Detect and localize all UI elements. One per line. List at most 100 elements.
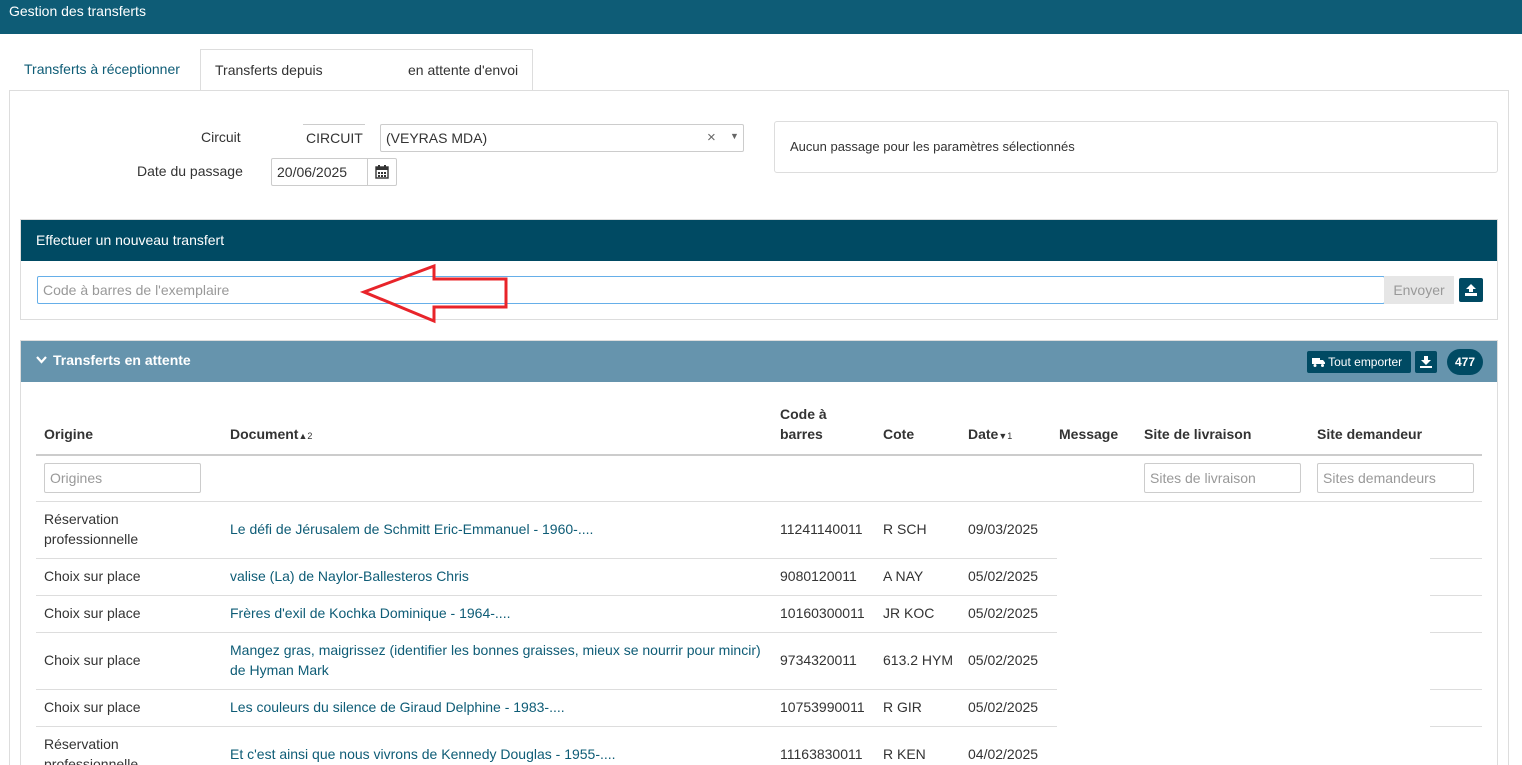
row-divider <box>36 595 1057 596</box>
date-cell: 05/02/2025 <box>968 568 1039 584</box>
column-header-delivery-site[interactable]: Site de livraison <box>1144 424 1251 444</box>
document-link[interactable]: Frères d'exil de Kochka Dominique - 1964… <box>230 603 510 623</box>
document-link[interactable]: Le défi de Jérusalem de Schmitt Eric-Emm… <box>230 519 593 539</box>
column-header-origin[interactable]: Origine <box>44 424 93 444</box>
column-header-message[interactable]: Message <box>1059 424 1118 444</box>
app-header: Gestion des transferts <box>0 0 1522 34</box>
download-button[interactable] <box>1415 351 1437 373</box>
date-cell: 09/03/2025 <box>968 521 1039 537</box>
clear-icon[interactable]: × <box>707 129 716 146</box>
origin-line: Réservation <box>44 736 119 752</box>
circuit-code: CIRCUIT <box>303 124 365 152</box>
header-divider <box>36 454 1482 456</box>
cote-cell: A NAY <box>883 568 924 584</box>
cote-cell: R SCH <box>883 521 927 537</box>
origins-filter-input[interactable] <box>44 463 201 493</box>
column-header-document[interactable]: Document▲2 <box>230 424 312 446</box>
column-header-document-label: Document <box>230 426 299 442</box>
barcode-cell: 9734320011 <box>780 652 857 668</box>
sort-order-date: 1 <box>1007 431 1013 441</box>
table-row-origin: Réservation professionnelle <box>44 734 138 765</box>
document-link[interactable]: Mangez gras, maigrissez (identifier les … <box>230 640 761 680</box>
cote-cell: R GIR <box>883 699 922 715</box>
origin-line: professionnelle <box>44 756 139 765</box>
row-divider <box>36 726 1057 727</box>
column-header-cote[interactable]: Cote <box>883 424 914 444</box>
tab-transfers-pending-send[interactable]: Transferts depuis en attente d'envoi <box>200 49 533 91</box>
barcode-input[interactable] <box>37 276 1385 304</box>
cote-cell: 613.2 HYM <box>883 652 954 668</box>
table-row-origin: Choix sur place <box>44 568 141 584</box>
app-title: Gestion des transferts <box>9 3 146 19</box>
tab-bar: Transferts à réceptionner Transferts dep… <box>9 49 1509 91</box>
row-divider <box>36 558 1057 559</box>
info-message: Aucun passage pour les paramètres sélect… <box>790 139 1075 154</box>
column-header-barcode[interactable]: Code à barres <box>780 404 827 444</box>
delivery-site-filter-input[interactable] <box>1144 463 1301 493</box>
date-cell: 05/02/2025 <box>968 652 1039 668</box>
circuit-select[interactable]: (VEYRAS MDA) × ▼ <box>380 124 744 152</box>
row-divider <box>36 632 1057 633</box>
tab-label-part2: en attente d'envoi <box>408 62 519 78</box>
column-header-requester-site[interactable]: Site demandeur <box>1317 424 1422 444</box>
tab-transfers-to-receive[interactable]: Transferts à réceptionner <box>14 49 190 91</box>
date-field[interactable]: 20/06/2025 <box>271 158 368 186</box>
new-transfer-header: Effectuer un nouveau transfert <box>21 220 1497 261</box>
tab-label-part1: Transferts depuis <box>215 62 323 78</box>
sort-order-document: 2 <box>307 431 313 441</box>
column-header-date[interactable]: Date▼1 <box>968 424 1012 446</box>
row-divider <box>1430 632 1482 633</box>
date-cell: 05/02/2025 <box>968 605 1039 621</box>
export-all-button[interactable]: Tout emporter <box>1307 351 1411 373</box>
cote-cell: R KEN <box>883 746 926 762</box>
row-divider <box>1430 595 1482 596</box>
circuit-selected-value: (VEYRAS MDA) <box>386 130 488 146</box>
cote-cell: JR KOC <box>883 605 935 621</box>
origin-line: Réservation <box>44 511 119 527</box>
document-link[interactable]: Les couleurs du silence de Giraud Delphi… <box>230 697 565 717</box>
row-divider <box>1430 726 1482 727</box>
new-transfer-title: Effectuer un nouveau transfert <box>36 232 225 248</box>
pending-transfers-title-text: Transferts en attente <box>53 352 191 368</box>
send-button[interactable]: Envoyer <box>1384 276 1454 304</box>
table-row-origin: Choix sur place <box>44 605 141 621</box>
count-badge: 477 <box>1447 349 1483 375</box>
column-header-barcode-line2: barres <box>780 426 823 442</box>
column-header-barcode-line1: Code à <box>780 406 827 422</box>
table-row-origin: Choix sur place <box>44 699 141 715</box>
barcode-cell: 10753990011 <box>780 699 865 715</box>
document-line: de Hyman Mark <box>230 662 329 678</box>
date-label: Date du passage <box>137 163 243 179</box>
circuit-label: Circuit <box>201 129 241 145</box>
column-header-date-label: Date <box>968 426 999 442</box>
sort-desc-icon: ▼ <box>998 431 1008 441</box>
new-transfer-section: Effectuer un nouveau transfert Envoyer <box>20 219 1498 320</box>
export-all-label: Tout emporter <box>1328 355 1403 369</box>
pending-transfers-title: Transferts en attente <box>36 352 191 368</box>
upload-icon <box>1465 284 1477 296</box>
upload-button[interactable] <box>1459 278 1483 302</box>
calendar-icon <box>375 165 389 179</box>
document-link[interactable]: Et c'est ainsi que nous vivrons de Kenne… <box>230 744 616 764</box>
chevron-down-icon <box>36 355 47 367</box>
row-divider <box>36 501 1482 502</box>
document-line: Mangez gras, maigrissez (identifier les … <box>230 642 761 658</box>
document-link[interactable]: valise (La) de Naylor-Ballesteros Chris <box>230 566 469 586</box>
calendar-button[interactable] <box>367 158 397 186</box>
annotation-arrow <box>360 263 508 324</box>
info-message-box: Aucun passage pour les paramètres sélect… <box>774 121 1498 173</box>
table-row-origin: Choix sur place <box>44 652 141 668</box>
row-divider <box>36 689 1057 690</box>
barcode-cell: 9080120011 <box>780 568 857 584</box>
date-cell: 05/02/2025 <box>968 699 1039 715</box>
row-divider <box>1430 689 1482 690</box>
barcode-cell: 11241140011 <box>780 521 863 537</box>
pending-transfers-header[interactable]: Transferts en attente Tout emporter 477 <box>21 341 1497 382</box>
chevron-down-icon[interactable]: ▼ <box>730 131 739 141</box>
download-icon <box>1420 356 1432 368</box>
requester-site-filter-input[interactable] <box>1317 463 1474 493</box>
origin-line: professionnelle <box>44 531 139 547</box>
barcode-cell: 11163830011 <box>780 746 863 762</box>
truck-icon <box>1312 358 1325 367</box>
table-row-origin: Réservation professionnelle <box>44 509 138 549</box>
